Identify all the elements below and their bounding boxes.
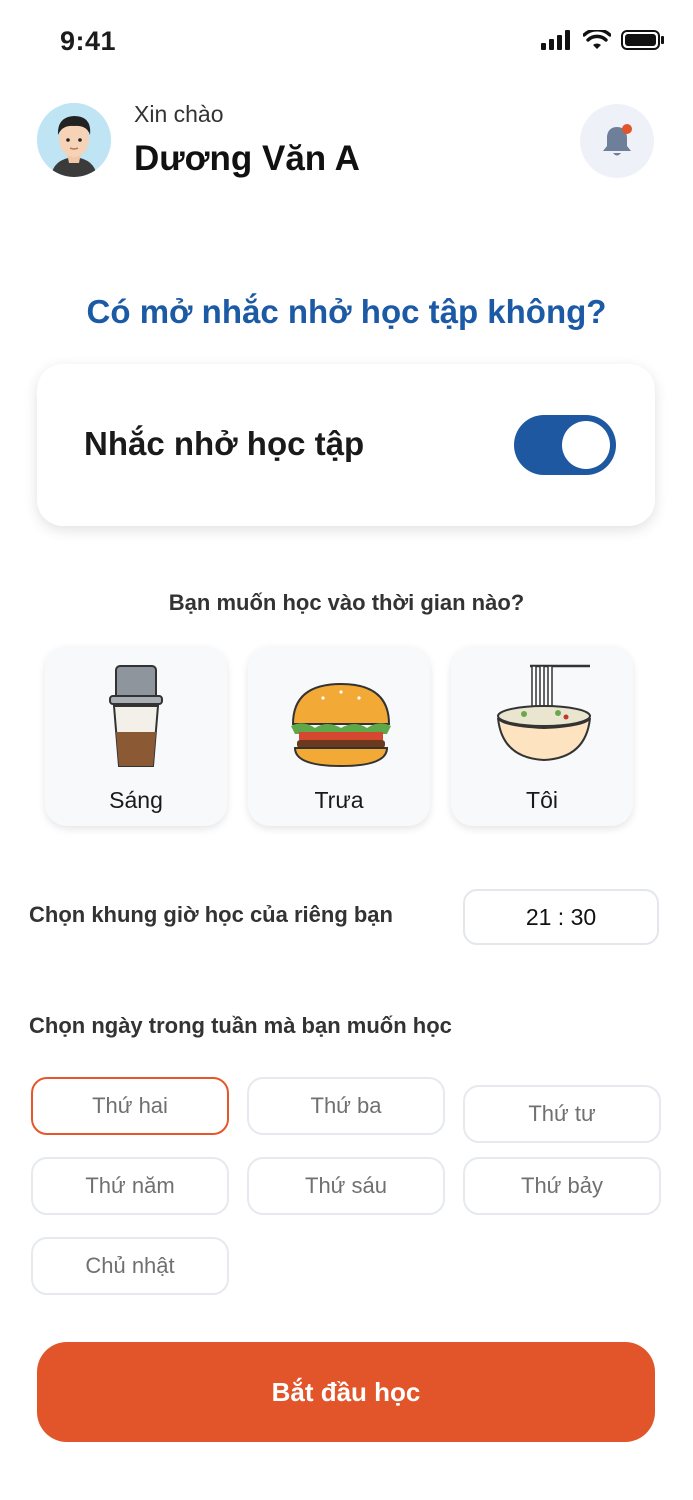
reminder-label: Nhắc nhở học tập [84,425,365,462]
coffee-filter-icon [109,665,163,767]
day-tuesday[interactable]: Thứ ba [247,1077,445,1135]
day-thursday[interactable]: Thứ năm [31,1157,229,1215]
reminder-question: Có mở nhắc nhở học tập không? [86,293,607,330]
meal-option-morning[interactable]: Sáng [45,646,227,826]
day-sunday[interactable]: Chủ nhật [31,1237,229,1295]
wifi-icon [583,30,611,49]
custom-time-input[interactable]: 21 : 30 [463,889,659,945]
bell-icon [603,124,632,156]
day-wednesday[interactable]: Thứ tư [463,1085,661,1143]
days-question: Chọn ngày trong tuần mà bạn muốn học [29,1013,452,1038]
notification-button[interactable] [580,104,654,178]
reminder-toggle[interactable] [514,415,616,475]
user-name: Dương Văn A [134,139,360,178]
meal-label: Sáng [109,787,163,813]
day-monday[interactable]: Thứ hai [31,1077,229,1135]
toggle-knob [562,421,610,469]
day-friday[interactable]: Thứ sáu [247,1157,445,1215]
custom-time-label: Chọn khung giờ học của riêng bạn [29,902,393,927]
start-learning-button[interactable]: Bắt đầu học [37,1342,655,1442]
avatar[interactable] [37,103,111,177]
time-of-day-question: Bạn muốn học vào thời gian nào? [168,590,525,615]
meal-label: Tôi [526,787,558,813]
meal-label: Trưa [314,787,364,813]
battery-icon [621,30,664,50]
user-avatar-icon [37,103,111,177]
day-saturday[interactable]: Thứ bảy [463,1157,661,1215]
burger-icon [291,682,391,768]
greeting-text: Xin chào [134,101,224,127]
status-time: 9:41 [60,26,117,56]
meal-option-noon[interactable]: Trưa [248,646,430,826]
cellular-signal-icon [541,30,570,50]
meal-option-evening[interactable]: Tôi [451,646,633,826]
status-icons [541,30,665,50]
noodle-bowl-icon [497,664,591,762]
